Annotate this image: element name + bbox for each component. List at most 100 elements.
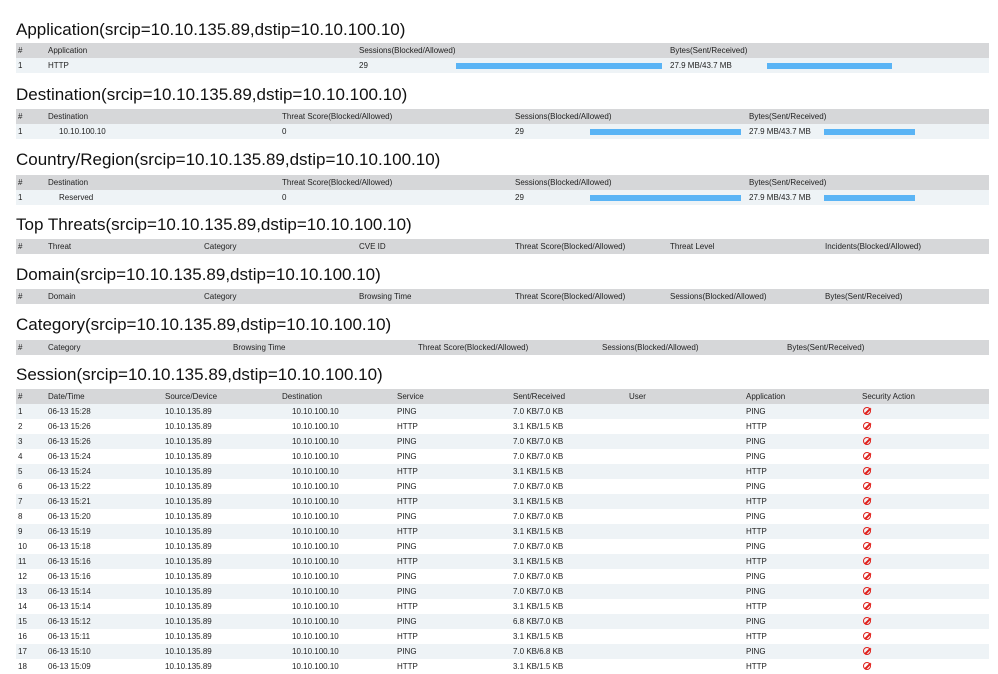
table-row[interactable]: 13 06-13 15:14 10.10.135.89 10.10.100.10 PIN… bbox=[16, 584, 989, 599]
table-row[interactable]: 5 06-13 15:24 10.10.135.89 10.10.100.10 HTTP… bbox=[16, 464, 989, 479]
column-header[interactable]: Destination bbox=[282, 389, 322, 404]
date-time: 06-13 15:18 bbox=[48, 542, 91, 551]
column-header[interactable]: Category bbox=[48, 340, 80, 355]
column-header[interactable]: Sent/Received bbox=[513, 389, 565, 404]
column-header[interactable]: Domain bbox=[48, 289, 76, 304]
sent-received: 7.0 KB/7.0 KB bbox=[513, 542, 564, 551]
column-header[interactable]: Bytes(Sent/Received) bbox=[670, 43, 747, 58]
column-header[interactable]: Date/Time bbox=[48, 389, 85, 404]
column-header[interactable]: # bbox=[18, 109, 22, 124]
column-header[interactable]: Sessions(Blocked/Allowed) bbox=[515, 109, 612, 124]
table-row[interactable]: 7 06-13 15:21 10.10.135.89 10.10.100.10 HTTP… bbox=[16, 494, 989, 509]
blocked-icon bbox=[863, 512, 871, 520]
column-header[interactable]: Bytes(Sent/Received) bbox=[749, 175, 826, 190]
column-header[interactable]: Category bbox=[204, 239, 236, 254]
table-row[interactable]: 8 06-13 15:20 10.10.135.89 10.10.100.10 PING… bbox=[16, 509, 989, 524]
column-header[interactable]: CVE ID bbox=[359, 239, 386, 254]
row-number: 17 bbox=[18, 647, 27, 656]
table-row[interactable]: 11 06-13 15:16 10.10.135.89 10.10.100.10 HTT… bbox=[16, 554, 989, 569]
column-header[interactable]: Sessions(Blocked/Allowed) bbox=[670, 289, 767, 304]
column-header[interactable]: Threat Score(Blocked/Allowed) bbox=[282, 109, 392, 124]
application-table: # Application Sessions(Blocked/Allowed) Byt… bbox=[16, 43, 989, 73]
table-row[interactable]: 1 Reserved 0 29 27.9 MB/43.7 MB bbox=[16, 190, 989, 205]
row-number: 2 bbox=[18, 422, 23, 431]
column-header[interactable]: Service bbox=[397, 389, 424, 404]
destination-name: Reserved bbox=[59, 193, 94, 202]
table-row[interactable]: 17 06-13 15:10 10.10.135.89 10.10.100.10 PIN… bbox=[16, 644, 989, 659]
source-device: 10.10.135.89 bbox=[165, 482, 212, 491]
date-time: 06-13 15:24 bbox=[48, 467, 91, 476]
sessions-bar bbox=[590, 129, 741, 135]
column-header[interactable]: Category bbox=[204, 289, 236, 304]
table-row[interactable]: 6 06-13 15:22 10.10.135.89 10.10.100.10 PING… bbox=[16, 479, 989, 494]
table-row[interactable]: 4 06-13 15:24 10.10.135.89 10.10.100.10 PING… bbox=[16, 449, 989, 464]
column-header[interactable]: Threat Score(Blocked/Allowed) bbox=[515, 289, 625, 304]
table-row[interactable]: 1 06-13 15:28 10.10.135.89 10.10.100.10 PING… bbox=[16, 404, 989, 419]
table-row[interactable]: 15 06-13 15:12 10.10.135.89 10.10.100.10 PIN… bbox=[16, 614, 989, 629]
column-header[interactable]: User bbox=[629, 389, 646, 404]
table-row[interactable]: 12 06-13 15:16 10.10.135.89 10.10.100.10 PIN… bbox=[16, 569, 989, 584]
destination: 10.10.100.10 bbox=[292, 467, 339, 476]
column-header[interactable]: Sessions(Blocked/Allowed) bbox=[515, 175, 612, 190]
column-header[interactable]: Application bbox=[48, 43, 87, 58]
application: PING bbox=[746, 647, 766, 656]
table-row[interactable]: 10 06-13 15:18 10.10.135.89 10.10.100.10 PIN… bbox=[16, 539, 989, 554]
sent-received: 3.1 KB/1.5 KB bbox=[513, 557, 564, 566]
table-row[interactable]: 16 06-13 15:11 10.10.135.89 10.10.100.10 HTT… bbox=[16, 629, 989, 644]
column-header[interactable]: Destination bbox=[48, 175, 88, 190]
table-row[interactable]: 2 06-13 15:26 10.10.135.89 10.10.100.10 HTTP… bbox=[16, 419, 989, 434]
date-time: 06-13 15:10 bbox=[48, 647, 91, 656]
date-time: 06-13 15:26 bbox=[48, 422, 91, 431]
column-header[interactable]: # bbox=[18, 340, 22, 355]
table-row[interactable]: 9 06-13 15:19 10.10.135.89 10.10.100.10 HTTP… bbox=[16, 524, 989, 539]
column-header[interactable]: Incidents(Blocked/Allowed) bbox=[825, 239, 921, 254]
column-header[interactable]: Threat Level bbox=[670, 239, 714, 254]
column-header[interactable]: Sessions(Blocked/Allowed) bbox=[359, 43, 456, 58]
table-header: # Domain Category Browsing Time Threat Score… bbox=[16, 289, 989, 304]
column-header[interactable]: # bbox=[18, 389, 22, 404]
service: PING bbox=[397, 452, 417, 461]
date-time: 06-13 15:11 bbox=[48, 632, 91, 641]
column-header[interactable]: Threat bbox=[48, 239, 71, 254]
service: PING bbox=[397, 617, 417, 626]
source-device: 10.10.135.89 bbox=[165, 617, 212, 626]
column-header[interactable]: Bytes(Sent/Received) bbox=[787, 340, 864, 355]
column-header[interactable]: Source/Device bbox=[165, 389, 217, 404]
sent-received: 7.0 KB/7.0 KB bbox=[513, 587, 564, 596]
country-table: # Destination Threat Score(Blocked/Allowed… bbox=[16, 175, 989, 205]
row-number: 4 bbox=[18, 452, 23, 461]
column-header[interactable]: Security Action bbox=[862, 389, 915, 404]
table-row[interactable]: 1 10.10.100.10 0 29 27.9 MB/43.7 MB bbox=[16, 124, 989, 139]
table-row[interactable]: 3 06-13 15:26 10.10.135.89 10.10.100.10 PING… bbox=[16, 434, 989, 449]
table-row[interactable]: 18 06-13 15:09 10.10.135.89 10.10.100.10 HTT… bbox=[16, 659, 989, 674]
column-header[interactable]: # bbox=[18, 43, 22, 58]
table-row[interactable]: 1 HTTP 29 27.9 MB/43.7 MB bbox=[16, 58, 989, 73]
column-header[interactable]: Threat Score(Blocked/Allowed) bbox=[282, 175, 392, 190]
destination: 10.10.100.10 bbox=[292, 572, 339, 581]
column-header[interactable]: Threat Score(Blocked/Allowed) bbox=[418, 340, 528, 355]
row-number: 6 bbox=[18, 482, 23, 491]
column-header[interactable]: Threat Score(Blocked/Allowed) bbox=[515, 239, 625, 254]
bytes-value: 27.9 MB/43.7 MB bbox=[670, 61, 732, 70]
application: PING bbox=[746, 437, 766, 446]
sent-received: 3.1 KB/1.5 KB bbox=[513, 422, 564, 431]
application: PING bbox=[746, 407, 766, 416]
column-header[interactable]: Browsing Time bbox=[359, 289, 411, 304]
blocked-icon bbox=[863, 617, 871, 625]
row-number: 7 bbox=[18, 497, 23, 506]
column-header[interactable]: Destination bbox=[48, 109, 88, 124]
column-header[interactable]: Bytes(Sent/Received) bbox=[749, 109, 826, 124]
column-header[interactable]: # bbox=[18, 239, 22, 254]
table-header: # Category Browsing Time Threat Score(Block… bbox=[16, 340, 989, 355]
column-header[interactable]: # bbox=[18, 175, 22, 190]
column-header[interactable]: Application bbox=[746, 389, 785, 404]
application: HTTP bbox=[746, 632, 767, 641]
source-device: 10.10.135.89 bbox=[165, 497, 212, 506]
column-header[interactable]: # bbox=[18, 289, 22, 304]
bytes-value: 27.9 MB/43.7 MB bbox=[749, 193, 811, 202]
column-header[interactable]: Browsing Time bbox=[233, 340, 285, 355]
column-header[interactable]: Sessions(Blocked/Allowed) bbox=[602, 340, 699, 355]
table-row[interactable]: 14 06-13 15:14 10.10.135.89 10.10.100.10 HTT… bbox=[16, 599, 989, 614]
column-header[interactable]: Bytes(Sent/Received) bbox=[825, 289, 902, 304]
session-table: # Date/Time Source/Device Destination Servic… bbox=[16, 389, 989, 674]
